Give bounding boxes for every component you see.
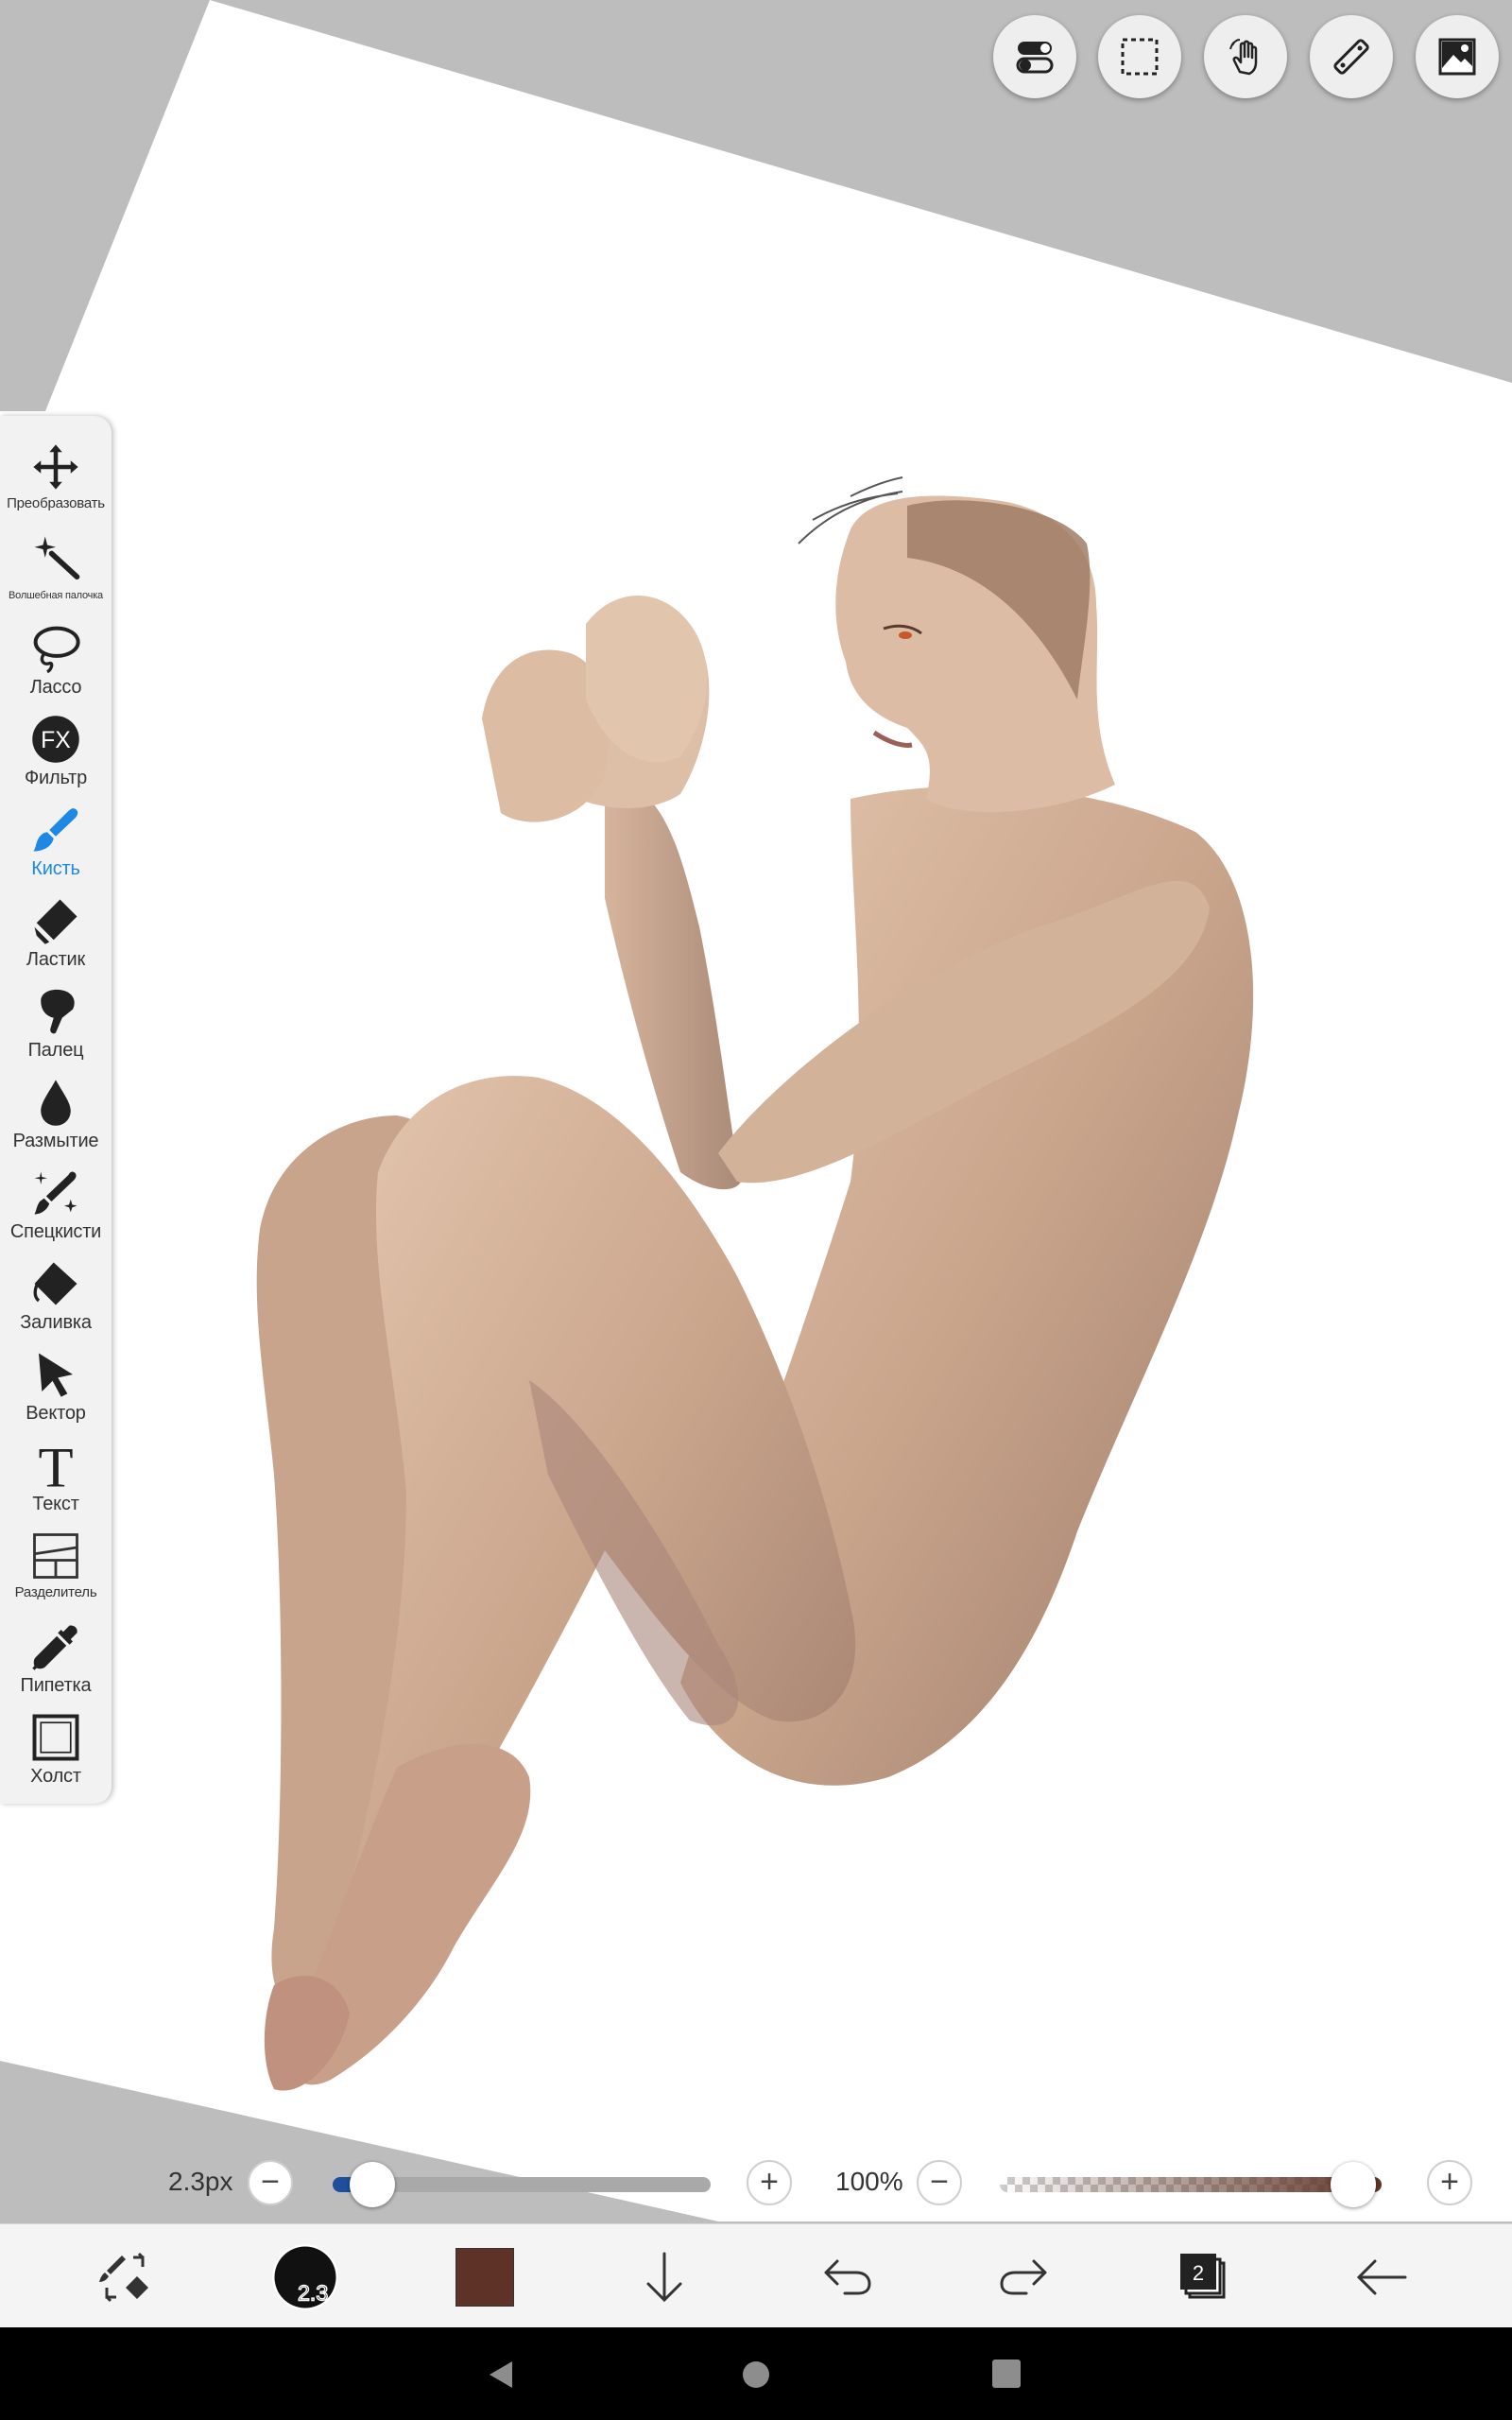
- tool-panel: Преобразовать Волшебная палочка Лассо FX…: [0, 416, 112, 1804]
- undo-button[interactable]: [808, 2239, 884, 2315]
- ruler-button[interactable]: [1310, 15, 1393, 98]
- layers-icon: 2: [1180, 2254, 1226, 2299]
- minus-icon: −: [261, 2164, 280, 2200]
- tool-eraser[interactable]: Ластик: [0, 890, 112, 981]
- tool-fill[interactable]: Заливка: [0, 1253, 112, 1344]
- brush-size-decrease-button[interactable]: −: [248, 2160, 293, 2205]
- tool-blur[interactable]: Размытие: [0, 1072, 112, 1163]
- system-navigation-bar: [0, 2327, 1512, 2420]
- toggle-switches-icon: [1016, 42, 1054, 74]
- brush-opacity-slider[interactable]: [1000, 2162, 1382, 2207]
- tool-special-brush[interactable]: Спецкисти: [0, 1163, 112, 1253]
- smudge-finger-icon: [29, 985, 82, 1038]
- tool-label: Заливка: [20, 1312, 92, 1333]
- redo-icon: [1000, 2259, 1047, 2295]
- svg-text:T: T: [38, 1440, 73, 1491]
- move-arrows-icon: [29, 441, 82, 493]
- tool-label: Пипетка: [20, 1675, 92, 1696]
- arrow-left-icon: [1356, 2259, 1407, 2295]
- current-color-swatch: [455, 2248, 514, 2307]
- lasso-icon: [29, 622, 82, 675]
- brush-opacity-thumb[interactable]: [1331, 2162, 1376, 2207]
- tool-label: Кисть: [31, 858, 80, 879]
- tool-eyedropper[interactable]: Пипетка: [0, 1616, 112, 1707]
- brush-preview-icon: 2.3: [272, 2244, 338, 2310]
- brush-size-slider[interactable]: [333, 2162, 711, 2207]
- tool-brush[interactable]: Кисть: [0, 800, 112, 890]
- frame-divider-icon: [29, 1530, 82, 1582]
- tool-label: Разделитель: [14, 1584, 97, 1600]
- tool-smudge[interactable]: Палец: [0, 981, 112, 1072]
- drawing-canvas[interactable]: [0, 0, 1512, 2221]
- color-picker-button[interactable]: [447, 2239, 523, 2315]
- plus-icon: +: [1440, 2164, 1459, 2200]
- magic-wand-icon: [29, 531, 82, 584]
- undo-icon: [824, 2259, 871, 2295]
- selection-button[interactable]: [1098, 15, 1181, 98]
- brush-opacity-value: 100%: [835, 2167, 903, 2196]
- brush-icon: [29, 804, 82, 856]
- tool-transform[interactable]: Преобразовать: [0, 437, 112, 527]
- dashed-selection-icon: [1121, 38, 1159, 76]
- text-icon: T: [29, 1439, 82, 1492]
- fx-icon: FX: [29, 713, 82, 766]
- vector-cursor-icon: [29, 1348, 82, 1401]
- tool-canvas[interactable]: Холст: [0, 1707, 112, 1798]
- tool-label: Вектор: [26, 1403, 86, 1424]
- material-button[interactable]: [1416, 15, 1499, 98]
- tool-label: Лассо: [29, 677, 82, 698]
- brush-eraser-swap-icon: [99, 2252, 148, 2303]
- nav-back-icon[interactable]: [484, 2358, 518, 2392]
- bottom-toolbar: 2.3 2: [0, 2223, 1512, 2328]
- canvas-icon: [29, 1711, 82, 1764]
- blur-drop-icon: [29, 1076, 82, 1129]
- nav-home-icon[interactable]: [738, 2357, 774, 2393]
- gesture-button[interactable]: [1204, 15, 1287, 98]
- special-brush-icon: [29, 1167, 82, 1219]
- toggle-settings-button[interactable]: [993, 15, 1076, 98]
- tool-label: Спецкисти: [9, 1221, 102, 1242]
- fill-bucket-icon: [29, 1257, 82, 1310]
- swap-brush-eraser-button[interactable]: [87, 2239, 163, 2315]
- tool-label: Ластик: [26, 949, 86, 970]
- layers-count: 2: [1193, 2261, 1204, 2285]
- tool-label: Волшебная палочка: [9, 590, 103, 601]
- tool-lasso[interactable]: Лассо: [0, 618, 112, 709]
- tool-label: Текст: [32, 1494, 79, 1514]
- back-button[interactable]: [1344, 2239, 1419, 2315]
- eraser-icon: [29, 894, 82, 947]
- tool-label: Палец: [27, 1040, 84, 1061]
- arrow-down-icon: [646, 2252, 682, 2303]
- download-button[interactable]: [627, 2239, 702, 2315]
- svg-text:2.3: 2.3: [298, 2280, 328, 2305]
- ruler-icon: [1333, 39, 1369, 75]
- brush-size-thumb[interactable]: [350, 2162, 396, 2207]
- tool-filter[interactable]: FX Фильтр: [0, 709, 112, 800]
- hand-gesture-icon: [1229, 39, 1258, 76]
- tool-text[interactable]: T Текст: [0, 1435, 112, 1526]
- nav-recents-icon[interactable]: [990, 2358, 1022, 2390]
- layers-button[interactable]: 2: [1164, 2239, 1240, 2315]
- canvas-area[interactable]: [0, 0, 1512, 2221]
- tool-magic-wand[interactable]: Волшебная палочка: [0, 527, 112, 618]
- image-material-icon: [1438, 38, 1476, 76]
- brush-opacity-increase-button[interactable]: +: [1427, 2160, 1472, 2205]
- brush-size-value: 2.3px: [168, 2167, 233, 2196]
- brush-slider-bar: 2.3px − + 100% − +: [0, 2146, 1512, 2223]
- brush-size-increase-button[interactable]: +: [747, 2160, 792, 2205]
- tool-label: Размытие: [12, 1131, 99, 1151]
- minus-icon: −: [930, 2164, 949, 2200]
- redo-button[interactable]: [988, 2239, 1063, 2315]
- tool-label: Преобразовать: [7, 495, 105, 511]
- tool-label: Фильтр: [25, 768, 87, 788]
- svg-text:FX: FX: [41, 728, 71, 753]
- tool-divider[interactable]: Разделитель: [0, 1526, 112, 1616]
- brush-opacity-decrease-button[interactable]: −: [917, 2160, 962, 2205]
- eyedropper-icon: [29, 1620, 82, 1673]
- brush-preview-button[interactable]: 2.3: [267, 2239, 343, 2315]
- plus-icon: +: [760, 2164, 779, 2200]
- tool-label: Холст: [30, 1766, 81, 1787]
- tool-vector[interactable]: Вектор: [0, 1344, 112, 1435]
